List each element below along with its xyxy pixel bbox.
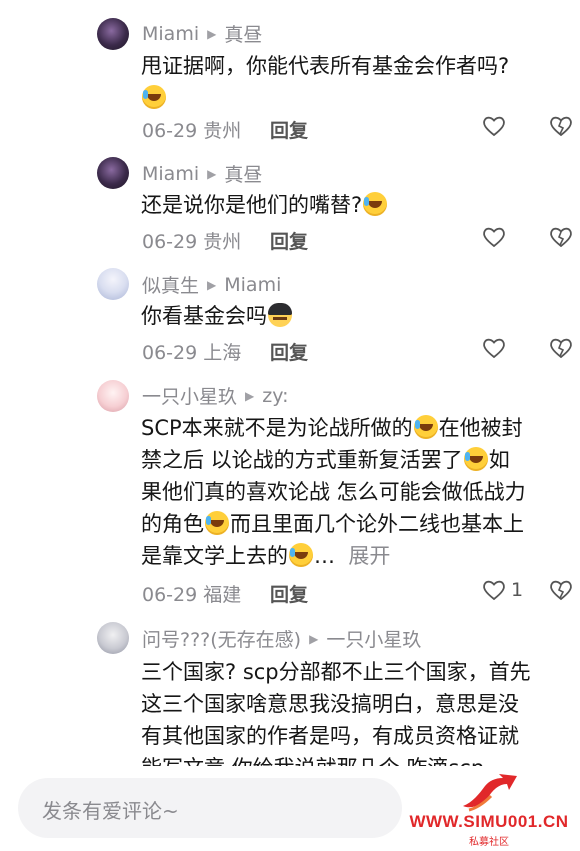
comment-meta: 问号???(无存在感) ▶ 一只小星玖 <box>142 625 421 652</box>
reply-arrow-icon: ▶ <box>309 631 319 646</box>
comment-text-line: SCP本来就不是为论战所做的 <box>141 416 413 440</box>
laugh-cry-emoji-icon <box>142 85 166 109</box>
comment-text-line: 如 <box>488 448 510 472</box>
laugh-cry-emoji-icon <box>205 511 229 535</box>
reply-to-name[interactable]: Miami <box>224 274 281 296</box>
like-heart-icon[interactable] <box>481 577 507 603</box>
dislike-heart-icon[interactable] <box>548 335 574 361</box>
avatar[interactable] <box>97 157 129 189</box>
comment-date: 06-29 <box>142 231 198 253</box>
comment-input-placeholder: 发条有爱评论~ <box>42 799 179 823</box>
reply-to-name[interactable]: 一只小星玖 <box>326 625 421 652</box>
watermark-url: WWW.SIMU001.CN <box>409 812 569 831</box>
expand-link[interactable]: 展开 <box>348 544 390 568</box>
comment-text-line: 禁之后 以论战的方式重新复活罢了 <box>141 448 463 472</box>
simu-logo-icon <box>463 774 517 812</box>
comment-text: 甩证据啊，你能代表所有基金会作者吗? <box>141 50 571 114</box>
comment-location: 上海 <box>203 342 242 364</box>
comment-text-line: 的角色 <box>141 512 204 536</box>
comment-text: 三个国家? scp分部都不止三个国家，首先 这三个国家啥意思我没搞明白，意思是没… <box>141 656 571 768</box>
watermark-sub: 私募社区 <box>469 837 509 848</box>
avatar[interactable] <box>97 622 129 654</box>
comment-text-line: 你看基金会吗 <box>141 304 267 328</box>
reply-arrow-icon: ▶ <box>207 166 217 181</box>
like-heart-icon[interactable] <box>481 113 507 139</box>
comment-footer: 06-29 贵州 <box>142 227 241 254</box>
comment-location: 福建 <box>203 584 242 606</box>
watermark: WWW.SIMU001.CN 私募社区 <box>404 770 574 848</box>
avatar[interactable] <box>97 268 129 300</box>
comment-text-line: 是靠文学上去的 <box>141 544 288 568</box>
comment-date: 06-29 <box>142 584 198 606</box>
comment-date: 06-29 <box>142 342 198 364</box>
comment-text-line: 这三个国家啥意思我没搞明白，意思是没 <box>141 692 519 716</box>
comment-meta: Miami ▶ 真昼 <box>142 160 262 187</box>
comment-text-line: 在他被封 <box>438 416 523 440</box>
laugh-cry-emoji-icon <box>289 543 313 567</box>
comment-date: 06-29 <box>142 120 198 142</box>
helmet-face-emoji-icon <box>268 303 292 327</box>
comment-text: 还是说你是他们的嘴替? <box>141 189 571 221</box>
author-name[interactable]: Miami <box>142 163 199 185</box>
author-name[interactable]: 一只小星玖 <box>142 382 237 409</box>
dislike-heart-icon[interactable] <box>548 224 574 250</box>
comment-location: 贵州 <box>203 231 242 253</box>
comment-footer: 06-29 福建 <box>142 580 241 607</box>
dislike-heart-icon[interactable] <box>548 577 574 603</box>
reply-button[interactable]: 回复 <box>270 580 308 607</box>
laugh-cry-emoji-icon <box>463 447 488 471</box>
comment-input[interactable]: 发条有爱评论~ <box>18 778 402 838</box>
comment-text-line: 甩证据啊，你能代表所有基金会作者吗? <box>141 54 510 78</box>
comment-meta: 一只小星玖 ▶ zy: <box>142 382 289 409</box>
author-name[interactable]: 似真生 <box>142 271 199 298</box>
comment-meta: Miami ▶ 真昼 <box>142 20 262 47</box>
avatar[interactable] <box>97 380 129 412</box>
comment-text-line: 果他们真的喜欢论战 怎么可能会做低战力 <box>141 480 526 504</box>
like-heart-icon[interactable] <box>481 224 507 250</box>
comment-meta: 似真生 ▶ Miami <box>142 271 281 298</box>
laugh-cry-emoji-icon <box>363 192 388 216</box>
reply-button[interactable]: 回复 <box>270 227 308 254</box>
comment-text-line: … <box>314 544 335 568</box>
like-heart-icon[interactable] <box>481 335 507 361</box>
comment-text: SCP本来就不是为论战所做的 在他被封 禁之后 以论战的方式重新复活罢了 如 果他们… <box>141 412 571 572</box>
reply-arrow-icon: ▶ <box>245 388 255 403</box>
reply-to-name[interactable]: zy: <box>262 385 288 407</box>
reply-to-name[interactable]: 真昼 <box>224 160 262 187</box>
dislike-heart-icon[interactable] <box>548 113 574 139</box>
comment-text-line: 有其他国家的作者是吗，有成员资格证就 <box>141 724 519 748</box>
reply-button[interactable]: 回复 <box>270 338 308 365</box>
comment-footer: 06-29 贵州 <box>142 116 241 143</box>
comment-text-line: 三个国家? scp分部都不止三个国家，首先 <box>141 660 531 684</box>
comment-text: 你看基金会吗 <box>141 300 571 332</box>
reply-to-name[interactable]: 真昼 <box>224 20 262 47</box>
avatar[interactable] <box>97 18 129 50</box>
author-name[interactable]: 问号???(无存在感) <box>142 625 301 652</box>
author-name[interactable]: Miami <box>142 23 199 45</box>
comment-footer: 06-29 上海 <box>142 338 241 365</box>
reply-arrow-icon: ▶ <box>207 26 217 41</box>
like-count: 1 <box>511 579 524 601</box>
reply-button[interactable]: 回复 <box>270 116 308 143</box>
comment-text-line: 而且里面几个论外二线也基本上 <box>230 512 524 536</box>
laugh-cry-emoji-icon <box>413 415 438 439</box>
comment-location: 贵州 <box>203 120 242 142</box>
reply-arrow-icon: ▶ <box>207 277 217 292</box>
comment-text-line: 还是说你是他们的嘴替? <box>141 193 363 217</box>
